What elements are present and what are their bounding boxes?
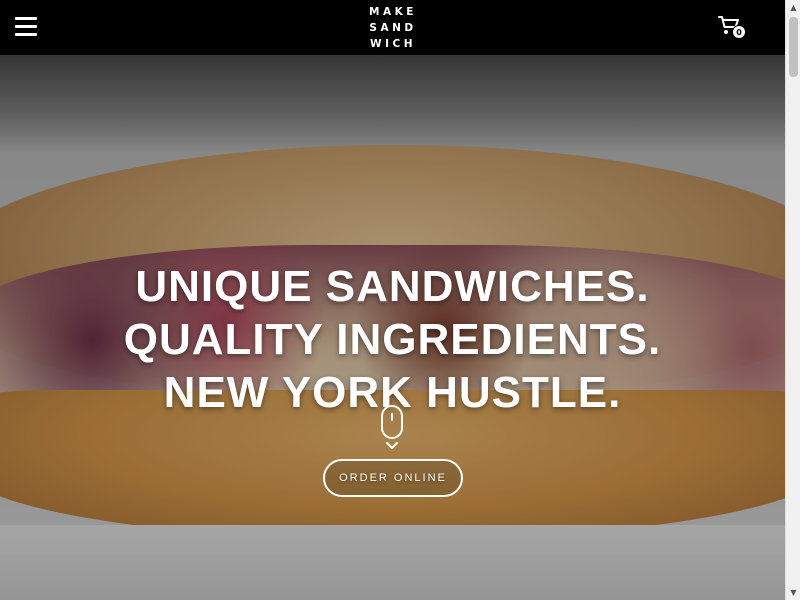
- order-online-button[interactable]: ORDER ONLINE: [323, 459, 463, 497]
- scroll-down-arrow-icon[interactable]: ▼: [786, 585, 800, 600]
- scrollbar-thumb[interactable]: [789, 17, 798, 77]
- logo-line-1: MAKE: [369, 6, 417, 18]
- cart-count-badge: 0: [732, 25, 746, 39]
- headline-line-2: QUALITY INGREDIENTS.: [123, 315, 662, 364]
- chevron-down-icon[interactable]: [385, 441, 399, 451]
- scroll-wheel-dot: [391, 413, 393, 421]
- cart-button[interactable]: 0: [718, 15, 748, 41]
- page-scrollbar[interactable]: ▲ ▼: [785, 0, 800, 600]
- hamburger-menu-icon[interactable]: [15, 17, 37, 36]
- hero-headline: UNIQUE SANDWICHES. QUALITY INGREDIENTS. …: [0, 260, 785, 419]
- top-navigation-bar: MAKE SAND WICH 0: [0, 0, 785, 55]
- hero-section: UNIQUE SANDWICHES. QUALITY INGREDIENTS. …: [0, 55, 785, 600]
- mouse-scroll-icon[interactable]: [381, 405, 403, 439]
- brand-logo[interactable]: MAKE SAND WICH: [360, 4, 426, 52]
- logo-line-3: WICH: [370, 38, 416, 50]
- logo-line-2: SAND: [369, 22, 417, 34]
- scroll-up-arrow-icon[interactable]: ▲: [786, 0, 800, 15]
- headline-line-1: UNIQUE SANDWICHES.: [135, 262, 650, 311]
